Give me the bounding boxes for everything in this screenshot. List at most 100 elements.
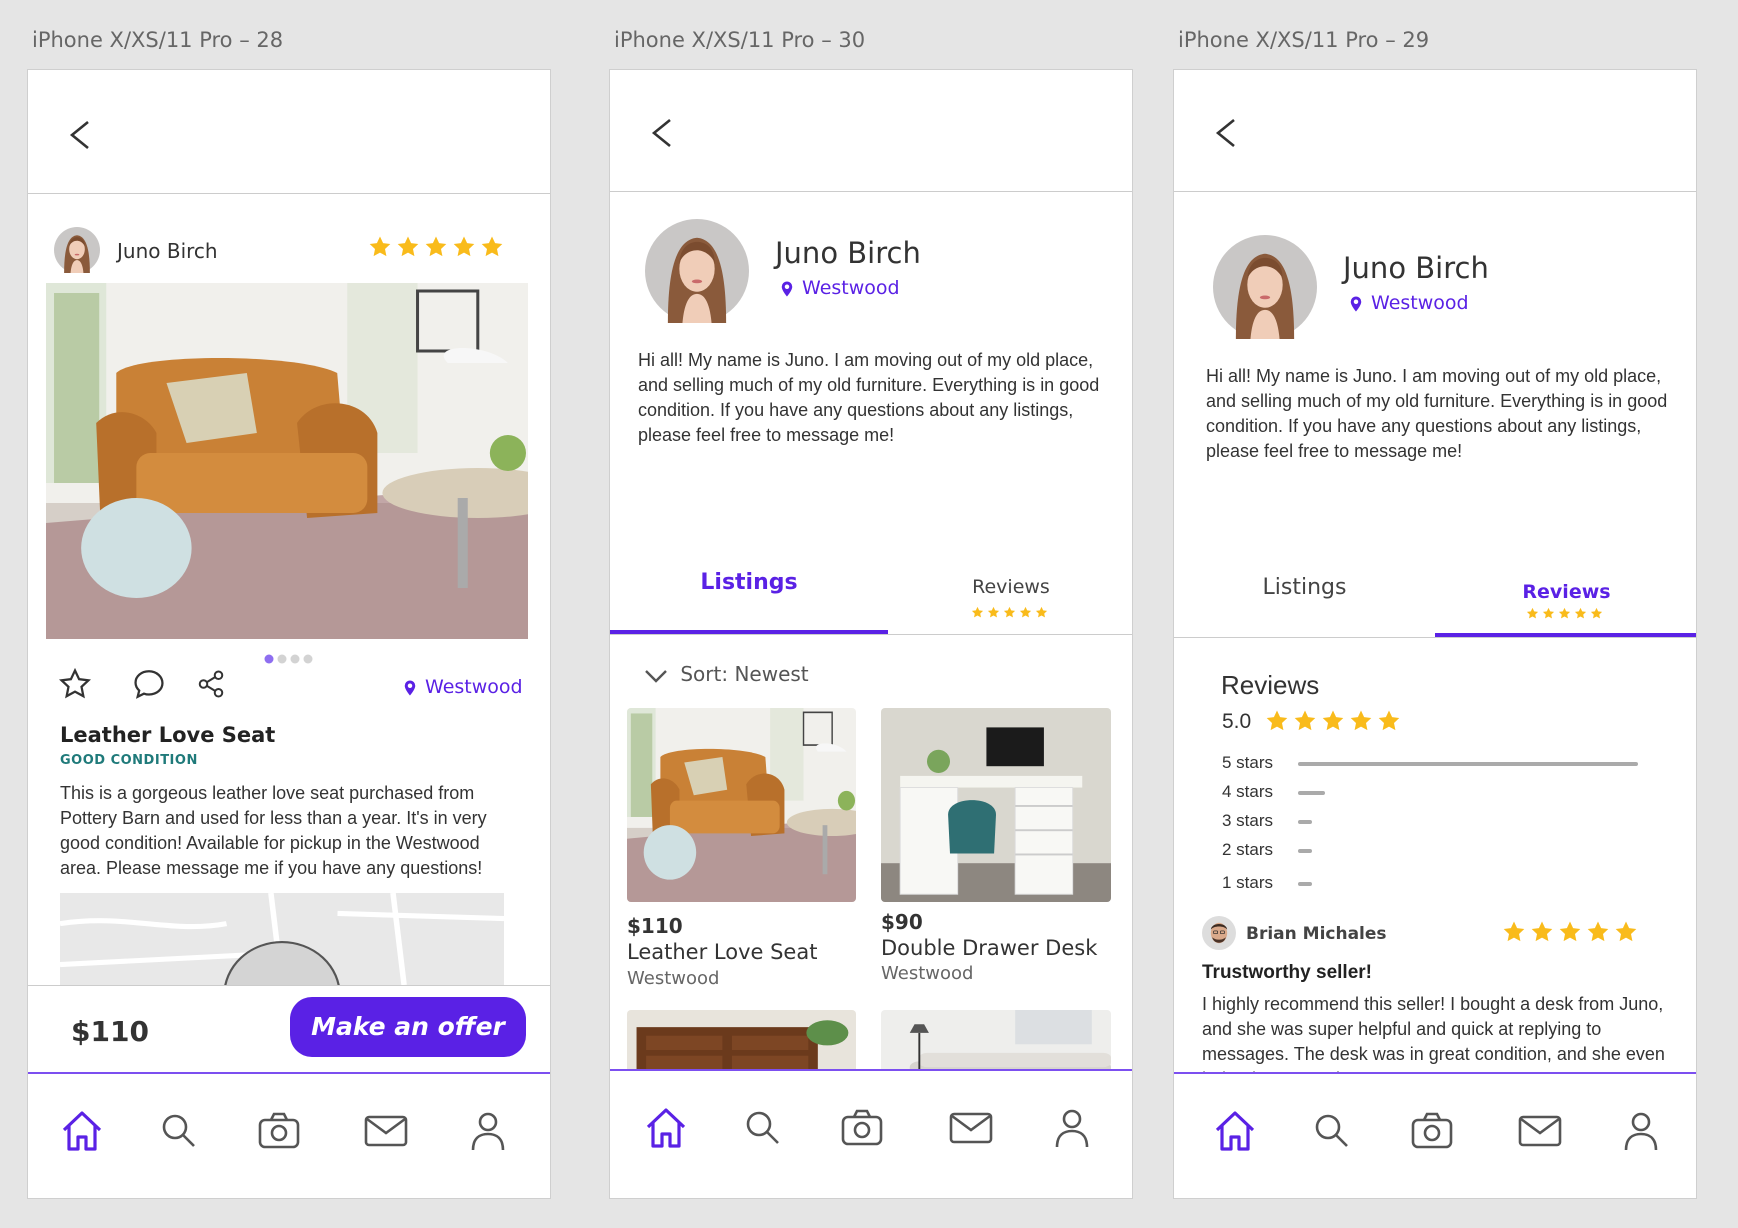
average-rating: 5.0 xyxy=(1222,710,1252,733)
tab-divider xyxy=(610,634,1132,635)
home-icon[interactable] xyxy=(643,1105,689,1151)
header xyxy=(1174,70,1696,192)
listing-title: Double Drawer Desk xyxy=(881,936,1098,960)
star-rating-icon xyxy=(1503,921,1637,942)
listing-detail-screen: Juno Birch Westwood Leather Love Seat GO… xyxy=(27,69,551,1199)
breakdown-bar xyxy=(1298,882,1312,886)
tab-listings[interactable]: Listings xyxy=(1174,553,1435,638)
reviewer-name[interactable]: Brian Michales xyxy=(1246,924,1387,944)
back-arrow-icon[interactable] xyxy=(1210,116,1244,150)
avatar-icon xyxy=(645,219,749,323)
mail-icon[interactable] xyxy=(948,1105,994,1151)
listing-description: This is a gorgeous leather love seat pur… xyxy=(60,783,487,878)
listing-location[interactable]: Westwood xyxy=(401,676,523,699)
artboard-label: iPhone X/XS/11 Pro – 29 xyxy=(1178,28,1430,52)
tab-reviews[interactable]: Reviews xyxy=(888,550,1132,635)
star-rating-icon xyxy=(369,236,503,257)
seller-location: Westwood xyxy=(1347,292,1469,315)
seller-avatar[interactable] xyxy=(1213,235,1317,339)
sort-dropdown[interactable]: Sort: Newest xyxy=(644,662,809,686)
search-icon[interactable] xyxy=(740,1105,786,1151)
bottom-nav xyxy=(610,1069,1132,1198)
header xyxy=(610,70,1132,192)
profile-listings-screen: Juno Birch Westwood Hi all! My name is J… xyxy=(609,69,1133,1199)
bottom-nav xyxy=(28,1072,550,1198)
listing-price: $110 xyxy=(71,1015,149,1048)
profile-reviews-screen: Juno Birch Westwood Hi all! My name is J… xyxy=(1173,69,1697,1199)
seller-avatar[interactable] xyxy=(54,227,100,273)
seller-name[interactable]: Juno Birch xyxy=(117,239,218,263)
seller-location: Westwood xyxy=(778,277,900,300)
search-icon[interactable] xyxy=(1309,1108,1355,1154)
reviewer-avatar[interactable] xyxy=(1202,916,1236,950)
breakdown-label: 3 stars xyxy=(1222,811,1274,830)
tab-listings[interactable]: Listings xyxy=(610,550,888,635)
back-arrow-icon[interactable] xyxy=(646,116,680,150)
seller-bio: Hi all! My name is Juno. I am moving out… xyxy=(638,350,1100,445)
listing-price: $110 xyxy=(627,914,683,938)
seller-name: Juno Birch xyxy=(775,236,921,270)
breakdown-label: 1 stars xyxy=(1222,873,1274,892)
search-icon[interactable] xyxy=(156,1108,202,1154)
breakdown-label: 4 stars xyxy=(1222,782,1274,801)
map-icon xyxy=(60,893,504,985)
seller-location-text: Westwood xyxy=(802,277,900,299)
comment-icon[interactable] xyxy=(131,667,167,701)
breakdown-bar xyxy=(1298,762,1638,766)
seller-location-text: Westwood xyxy=(1371,292,1469,314)
carousel-dots-icon xyxy=(264,654,313,664)
review-title: Trustworthy seller! xyxy=(1202,962,1372,983)
breakdown-bar xyxy=(1298,820,1312,824)
star-rating-icon xyxy=(1526,607,1603,619)
chevron-down-icon xyxy=(645,669,667,683)
back-arrow-icon[interactable] xyxy=(64,118,98,152)
camera-icon[interactable] xyxy=(1409,1108,1455,1154)
breakdown-bar xyxy=(1298,791,1325,795)
desk-photo xyxy=(881,708,1111,902)
breakdown-label: 5 stars xyxy=(1222,753,1274,772)
listing-title: Leather Love Seat xyxy=(627,940,818,964)
listing-photo xyxy=(881,708,1111,902)
listing-title: Leather Love Seat xyxy=(60,723,276,747)
camera-icon[interactable] xyxy=(256,1108,302,1154)
seller-name: Juno Birch xyxy=(1343,251,1489,285)
tab-listings-label: Listings xyxy=(1262,575,1347,600)
artboard-label: iPhone X/XS/11 Pro – 30 xyxy=(614,28,866,52)
tab-reviews[interactable]: Reviews xyxy=(1435,553,1696,638)
sofa-photo xyxy=(627,708,856,902)
user-icon[interactable] xyxy=(465,1108,511,1154)
user-icon[interactable] xyxy=(1049,1105,1095,1151)
location-map[interactable] xyxy=(60,893,504,985)
mail-icon[interactable] xyxy=(363,1108,409,1154)
camera-icon[interactable] xyxy=(839,1105,885,1151)
listing-price: $90 xyxy=(881,910,923,934)
user-icon[interactable] xyxy=(1618,1108,1664,1154)
star-rating-icon xyxy=(971,606,1048,618)
favorite-star-icon[interactable] xyxy=(58,667,92,701)
bottom-nav xyxy=(1174,1072,1696,1198)
listing-photo[interactable] xyxy=(46,283,528,639)
avatar-icon xyxy=(1213,235,1317,339)
carousel-dots[interactable] xyxy=(263,652,323,664)
listing-photo xyxy=(627,708,856,902)
artboard-label: iPhone X/XS/11 Pro – 28 xyxy=(32,28,284,52)
tab-listings-label: Listings xyxy=(700,570,798,595)
make-offer-button[interactable]: Make an offer xyxy=(290,997,526,1057)
seller-avatar[interactable] xyxy=(645,219,749,323)
star-rating-icon xyxy=(1266,710,1400,731)
share-icon[interactable] xyxy=(196,669,226,699)
tab-divider xyxy=(1174,637,1696,638)
reviews-heading: Reviews xyxy=(1221,670,1320,700)
home-icon[interactable] xyxy=(59,1108,105,1154)
sofa-photo xyxy=(46,283,528,639)
listing-location-text: Westwood xyxy=(425,676,523,698)
price-bar: $110 Make an offer xyxy=(28,985,550,1073)
breakdown-label: 2 stars xyxy=(1222,840,1274,859)
listing-location: Westwood xyxy=(881,963,974,984)
tab-reviews-label: Reviews xyxy=(972,576,1050,598)
tab-reviews-label: Reviews xyxy=(1522,581,1611,603)
condition-badge: GOOD CONDITION xyxy=(60,753,198,768)
mail-icon[interactable] xyxy=(1517,1108,1563,1154)
location-pin-icon xyxy=(401,677,419,699)
home-icon[interactable] xyxy=(1212,1108,1258,1154)
